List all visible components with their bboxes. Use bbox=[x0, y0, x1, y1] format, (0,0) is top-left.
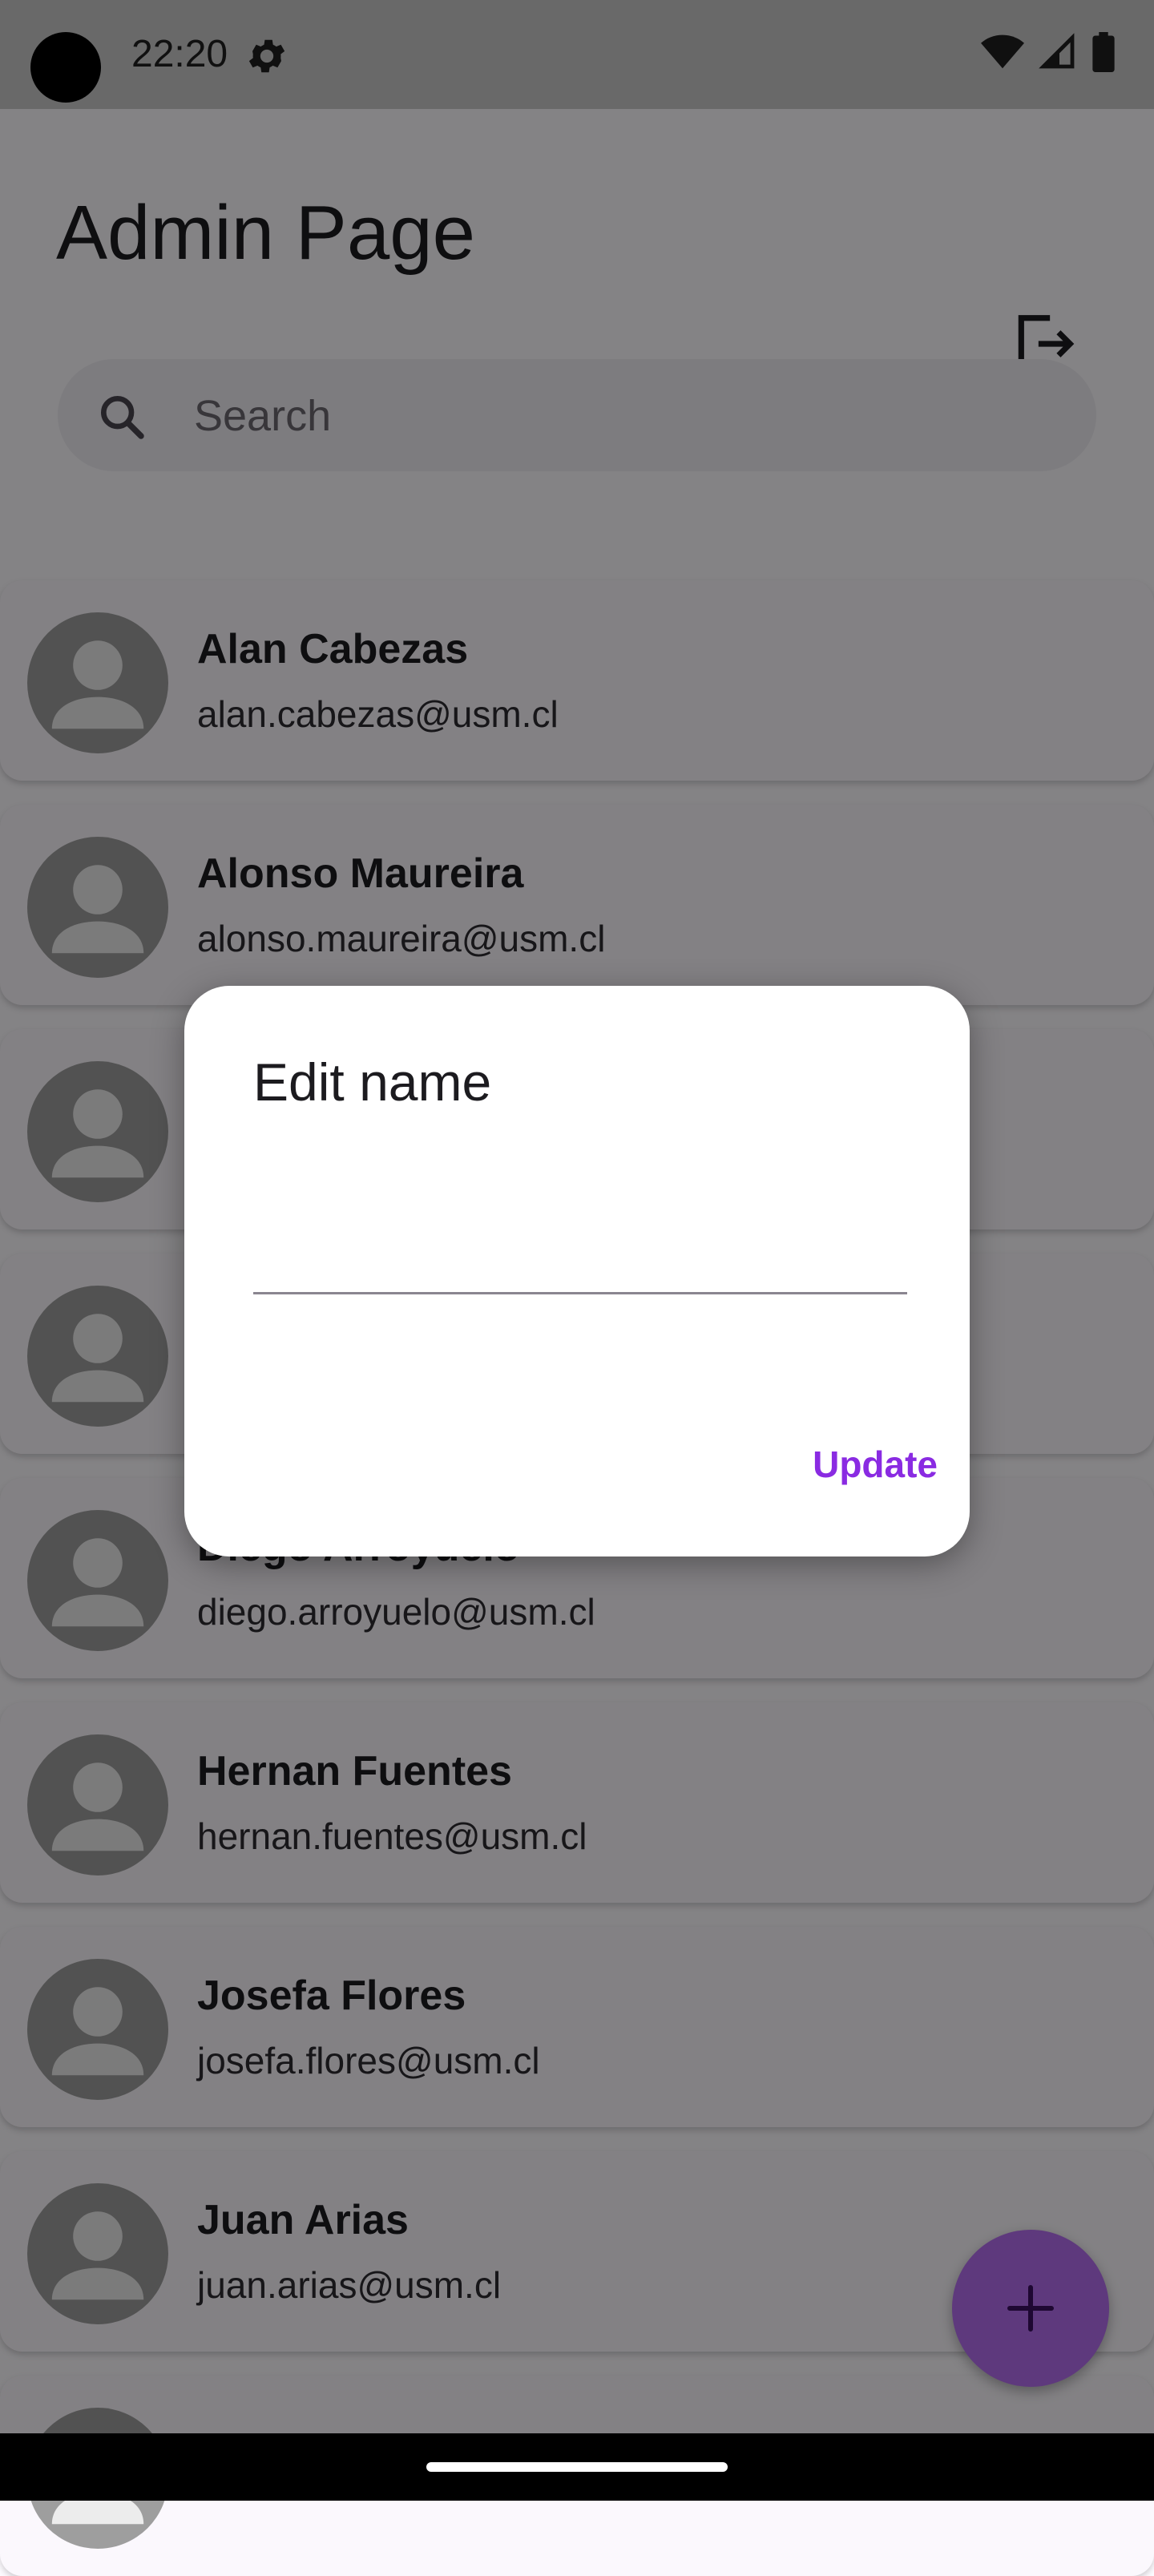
dialog-title: Edit name bbox=[253, 1052, 492, 1112]
name-input[interactable] bbox=[253, 1226, 907, 1294]
navigation-bar bbox=[0, 2433, 1154, 2501]
home-gesture-handle[interactable] bbox=[426, 2462, 728, 2472]
edit-name-dialog: Edit name Update bbox=[184, 986, 970, 1557]
update-button[interactable]: Update bbox=[777, 1428, 938, 1500]
